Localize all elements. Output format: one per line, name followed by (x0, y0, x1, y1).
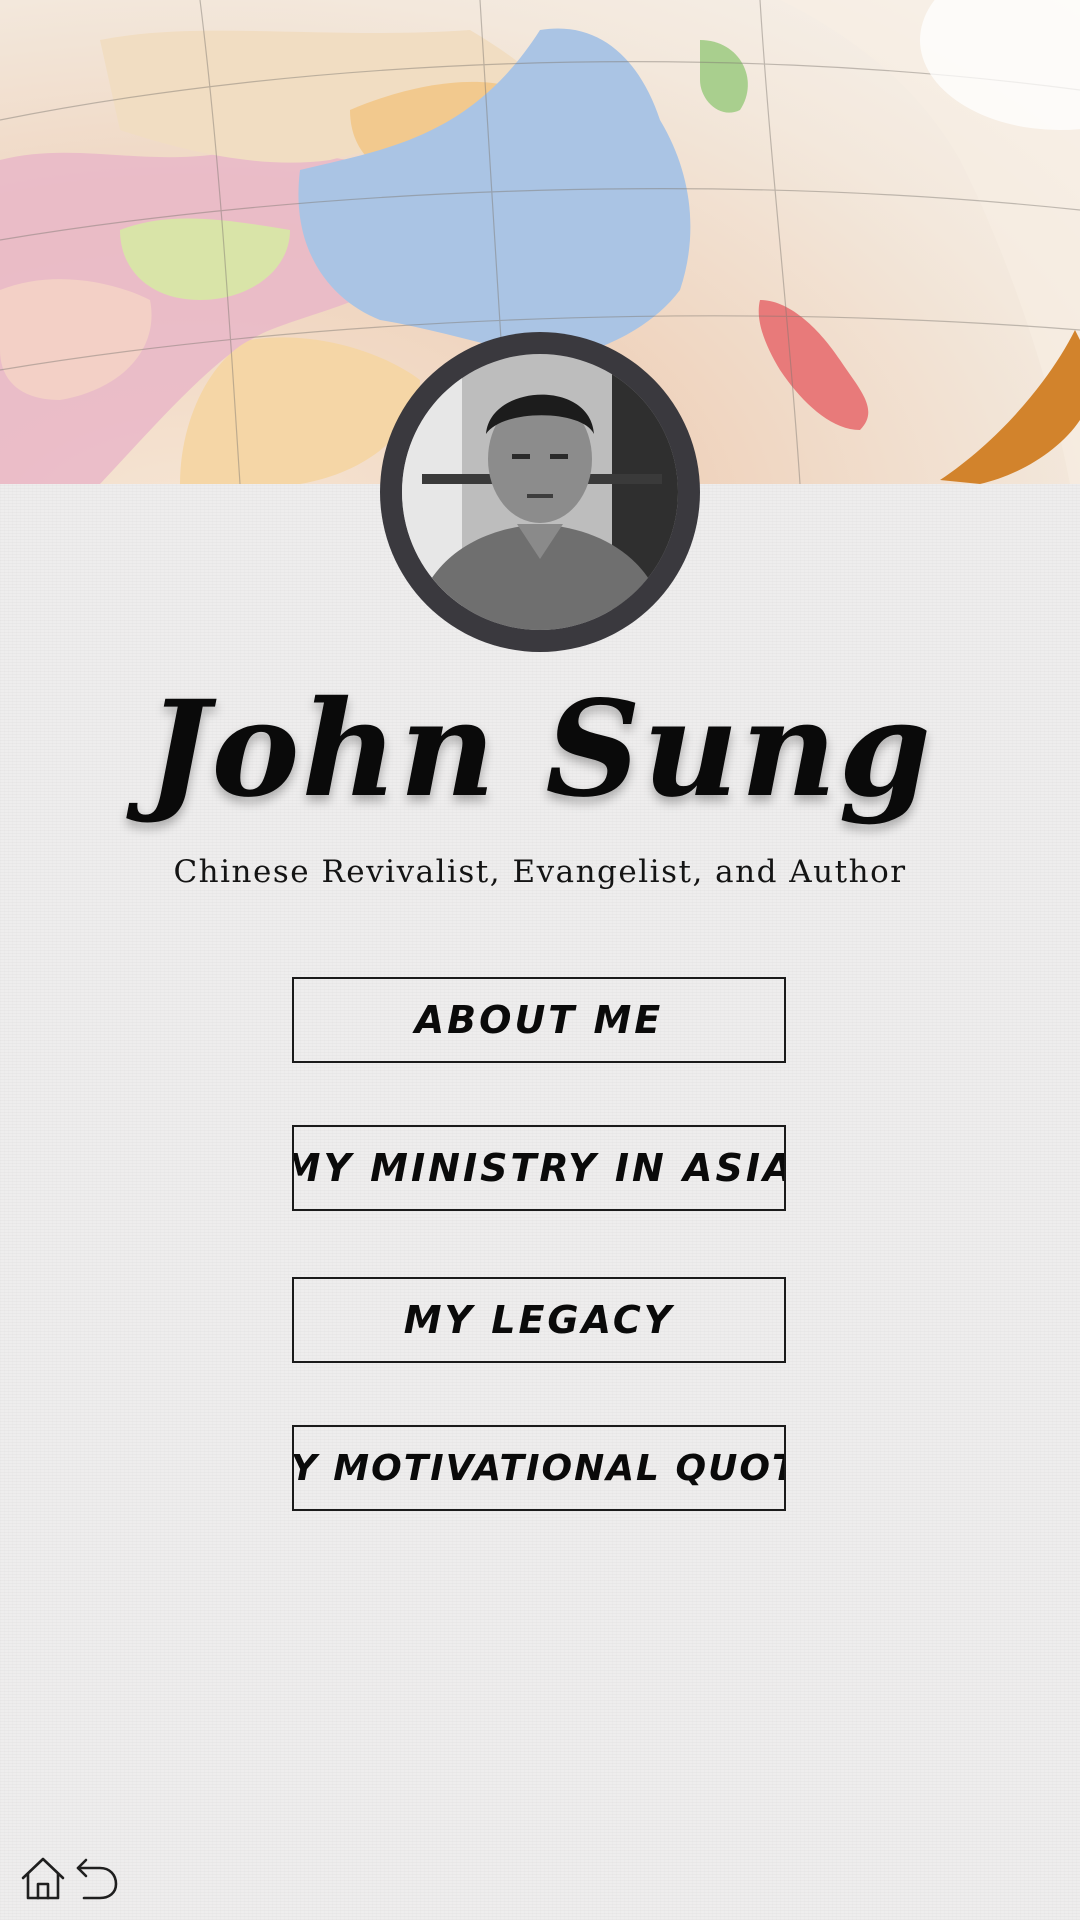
ministry-in-asia-button[interactable]: MY MINISTRY IN ASIA (292, 1125, 786, 1211)
portrait-image (402, 354, 678, 630)
page-subtitle: Chinese Revivalist, Evangelist, and Auth… (173, 854, 907, 890)
motivational-quote-button[interactable]: MY MOTIVATIONAL QUOTE (292, 1425, 786, 1511)
profile-photo (380, 332, 700, 652)
legacy-button[interactable]: MY LEGACY (292, 1277, 786, 1363)
home-icon[interactable] (18, 1854, 68, 1902)
page-title: John Sung (147, 672, 933, 827)
about-me-button[interactable]: ABOUT ME (292, 977, 786, 1063)
undo-icon[interactable] (72, 1854, 122, 1902)
